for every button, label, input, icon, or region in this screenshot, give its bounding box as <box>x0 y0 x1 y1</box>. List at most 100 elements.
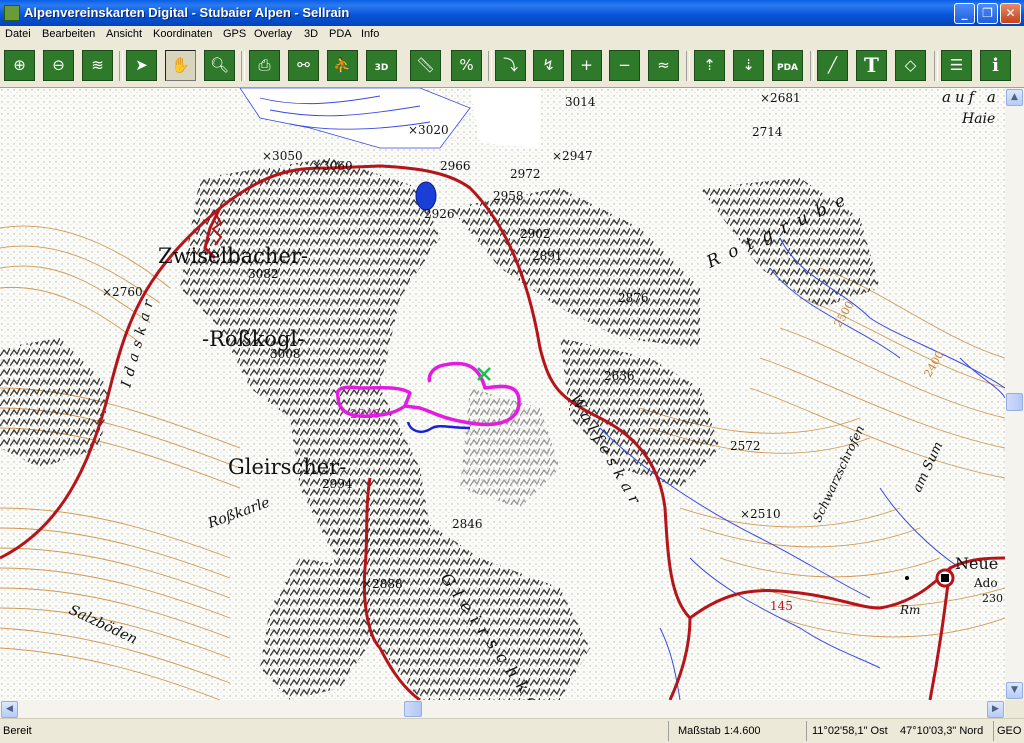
contour-230: 230 <box>982 592 1003 605</box>
line-icon: ╱ <box>827 56 838 74</box>
close-icon: ✕ <box>1005 6 1016 20</box>
track-profile-button[interactable]: ≈ <box>648 50 679 81</box>
scroll-down-button[interactable]: ▼ <box>1006 682 1023 699</box>
menu-3d[interactable]: 3D <box>304 28 318 40</box>
status-bar: Bereit Maßstab 1:4.600 11°02'58,1" Ost 4… <box>0 718 1024 743</box>
gps-upload-button[interactable]: ⇡ <box>694 50 725 81</box>
track-tool-2-button[interactable]: ↯ <box>533 50 564 81</box>
peak-2760: ×2760 <box>102 285 143 299</box>
menu-info[interactable]: Info <box>361 28 379 40</box>
track-icon: ⤵ <box>502 56 518 74</box>
hand-icon: ✋ <box>171 56 190 74</box>
close-button[interactable]: ✕ <box>1000 3 1021 24</box>
arrow-right-icon: ▶ <box>992 704 999 714</box>
peak-3050: ×3050 <box>262 149 303 163</box>
upload-icon: ⇡ <box>703 56 716 74</box>
horizontal-scrollbar[interactable]: ◀ ▶ <box>0 700 1005 718</box>
menu-ansicht[interactable]: Ansicht <box>106 28 142 40</box>
vertical-scroll-thumb[interactable] <box>1006 393 1023 411</box>
status-scale: Maßstab 1:4.600 <box>678 725 761 737</box>
label-haie: Haie <box>961 111 995 127</box>
zoom-out-icon: ⊖ <box>52 56 65 74</box>
hiker-button[interactable]: ⛹ <box>327 50 358 81</box>
measure-button[interactable]: 📏︎ <box>410 50 441 81</box>
horizontal-scroll-thumb[interactable] <box>404 701 422 717</box>
topographic-map[interactable]: Zwiselbacher- -Roßkogl- Gleirscher- Roßk… <box>0 88 1005 700</box>
menu-bearbeiten[interactable]: Bearbeiten <box>42 28 95 40</box>
pan-tool-button[interactable]: ✋ <box>165 50 196 81</box>
peak-2636: 2636 <box>604 369 635 383</box>
peak-2888: ×2888 <box>362 577 403 591</box>
minimize-icon: _ <box>961 6 968 20</box>
track-add-button[interactable]: + <box>571 50 602 81</box>
peak-2572: 2572 <box>730 439 761 453</box>
shapes-tool-button[interactable]: ◇ <box>895 50 926 81</box>
pda-icon: PDA <box>776 63 799 73</box>
gps-download-button[interactable]: ⇣ <box>733 50 764 81</box>
legend-icon: ☰ <box>949 56 964 74</box>
zoom-tool-button[interactable]: 🔍︎ <box>204 50 235 81</box>
peak-3008: 3008 <box>270 347 301 361</box>
peak-3060: ×3060 <box>312 159 353 173</box>
status-longitude: 11°02'58,1" Ost <box>812 725 888 737</box>
minimize-button[interactable]: _ <box>954 3 975 24</box>
vertical-scrollbar[interactable]: ▲ ▼ <box>1005 88 1024 700</box>
title-bar[interactable]: Alpenvereinskarten Digital - Stubaier Al… <box>0 0 1024 26</box>
peak-2966: 2966 <box>440 159 471 173</box>
scroll-left-button[interactable]: ◀ <box>1 701 18 718</box>
menu-bar: Datei Bearbeiten Ansicht Koordinaten GPS… <box>0 26 1024 45</box>
map-view[interactable]: Zwiselbacher- -Roßkogl- Gleirscher- Roßk… <box>0 88 1005 700</box>
menu-datei[interactable]: Datei <box>5 28 31 40</box>
track-remove-button[interactable]: − <box>609 50 640 81</box>
zoom-out-button[interactable]: ⊖ <box>43 50 74 81</box>
maximize-button[interactable]: ❐ <box>977 3 998 24</box>
peak-2510: ×2510 <box>740 507 781 521</box>
3d-view-button[interactable]: 3D <box>366 50 397 81</box>
arrow-up-icon: ▲ <box>1011 92 1018 102</box>
menu-gps[interactable]: GPS <box>223 28 246 40</box>
label-gleirscher: Gleirscher- <box>228 455 346 479</box>
label-ado: Ado <box>973 576 998 590</box>
track-tool-1-button[interactable]: ⤵ <box>495 50 526 81</box>
status-ready: Bereit <box>3 725 32 737</box>
pda-button[interactable]: PDA <box>772 50 803 81</box>
peak-2972: 2972 <box>510 167 541 181</box>
info-button[interactable]: i <box>980 50 1011 81</box>
search-button[interactable]: ⚯ <box>288 50 319 81</box>
info-icon: i <box>992 55 999 76</box>
zoom-in-icon: ⊕ <box>13 56 26 74</box>
binoculars-icon: ⚯ <box>297 56 310 74</box>
status-mode: GEO <box>997 725 1022 737</box>
print-button[interactable]: ⎙ <box>249 50 280 81</box>
relief-icon: ≋ <box>91 56 104 74</box>
peak-2891: 2891 <box>532 249 563 263</box>
arrow-down-icon: ▼ <box>1011 685 1018 695</box>
label-rm: Rm <box>899 603 920 617</box>
slope-button[interactable]: % <box>451 50 482 81</box>
select-tool-button[interactable]: ➤ <box>126 50 157 81</box>
scroll-up-button[interactable]: ▲ <box>1006 89 1023 106</box>
peak-3020: ×3020 <box>408 123 449 137</box>
scroll-corner <box>1005 700 1024 718</box>
status-latitude: 47°10'03,3" Nord <box>900 725 984 737</box>
scroll-right-button[interactable]: ▶ <box>987 701 1004 718</box>
magnifier-icon: 🔍︎ <box>209 56 230 74</box>
menu-koordinaten[interactable]: Koordinaten <box>153 28 212 40</box>
text-tool-button[interactable]: T <box>856 50 887 81</box>
percent-icon: % <box>459 56 474 74</box>
menu-pda[interactable]: PDA <box>329 28 352 40</box>
peak-2846: 2846 <box>452 517 483 531</box>
peak-3014: 3014 <box>565 95 596 109</box>
app-icon[interactable] <box>4 5 20 21</box>
line-tool-button[interactable]: ╱ <box>817 50 848 81</box>
ruler-icon: 📏︎ <box>415 56 436 74</box>
peak-2902: 2902 <box>520 227 551 241</box>
peak-2681: ×2681 <box>760 91 801 105</box>
menu-overlay[interactable]: Overlay <box>254 28 292 40</box>
text-icon: T <box>864 53 879 77</box>
zoom-in-button[interactable]: ⊕ <box>4 50 35 81</box>
fit-map-button[interactable]: ≋ <box>82 50 113 81</box>
track-add-icon: + <box>580 56 593 74</box>
peak-2958: 2958 <box>493 189 524 203</box>
legend-button[interactable]: ☰ <box>941 50 972 81</box>
